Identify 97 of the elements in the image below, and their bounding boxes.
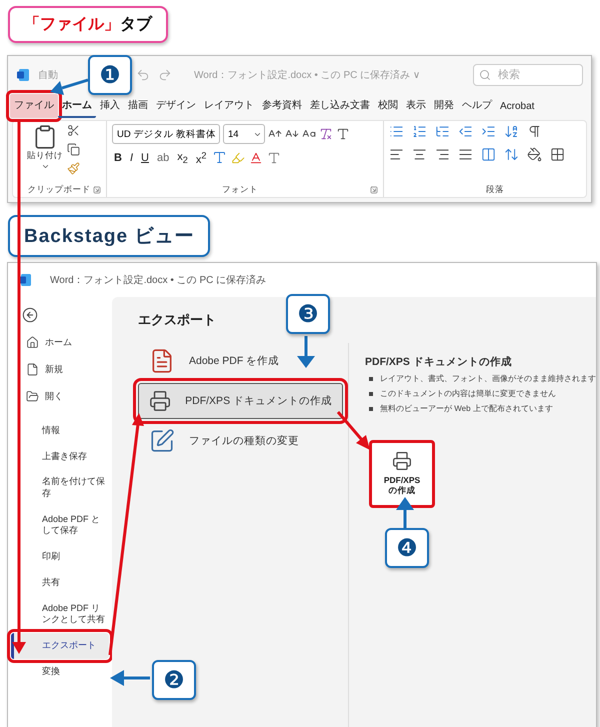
sidebar-item[interactable]: 上書き保存 [11,444,109,470]
step-arrow [396,497,414,528]
word-logo-icon [16,68,30,82]
blank-page-icon [26,363,39,376]
export-option[interactable]: ファイルの種類の変更 [138,423,343,459]
sidebar-item[interactable]: Adobe PDF として保存 [11,506,109,544]
undo-icon [136,68,150,82]
step-arrow [50,78,88,95]
back-icon [22,307,38,323]
brush-icon [67,162,80,175]
sidebar-item[interactable]: 名前を付けて保存 [11,469,109,507]
file-tab-caption: 「ファイル」タブ [8,6,168,43]
step-number-callout: ❹ [385,528,429,568]
format-button[interactable]: x$^{2}$ [194,150,208,166]
group-label: 段落 [485,184,505,196]
printer-icon [149,388,172,414]
search-field[interactable]: 検索 [473,64,583,86]
ribbon-tab[interactable]: 開発 [430,94,458,118]
sidebar-item[interactable]: 情報 [11,418,109,444]
format-button[interactable]: ab [154,152,172,164]
multilevel-list-icon [435,124,450,139]
align-center-icon [412,147,427,162]
scissors-icon [67,124,80,137]
format-button[interactable]: U [139,152,151,164]
sidebar-item[interactable]: 印刷 [11,544,109,570]
ribbon-tab[interactable]: デザイン [152,94,200,118]
sidebar-item[interactable]: Adobe PDF リンクとして共有 [11,596,109,633]
launcher-icon [370,186,378,194]
shading-icon [527,147,542,162]
step-number-callout: ❷ [152,660,196,700]
autosave-label: 自動 [38,69,58,82]
ribbon-tab[interactable]: レイアウト [200,94,258,118]
bullet-text: レイアウト、書式、フォント、画像がそのまま維持されます [380,373,596,384]
sidebar-item[interactable]: 開く [11,383,109,410]
text-effect-icon [212,150,228,166]
sidebar-item[interactable]: 変換 [11,658,109,684]
line-spacing-icon [504,147,519,162]
font-color-icon [249,150,264,165]
pointer-arrow [336,411,370,450]
section-heading: エクスポート [138,311,216,329]
distribute-icon [481,147,496,162]
redo-icon [158,68,172,82]
group-label: クリップボード [27,184,91,196]
document-title: Word：フォント設定.docx • この PC に保存済み ∨ [194,68,420,82]
pilcrow-icon [527,124,542,139]
format-button[interactable]: B [112,152,124,164]
home-icon [26,336,39,349]
clear-format-icon [319,127,333,141]
page-pen-icon [149,428,175,454]
bullet-icon [369,392,373,396]
launcher-icon [93,186,101,194]
numbering-icon [412,124,427,139]
indent-increase-icon [481,124,496,139]
format-button[interactable]: x$_{2}$ [175,150,190,165]
sidebar-item[interactable]: ホーム [11,329,109,356]
document-title: Word：フォント設定.docx • この PC に保存済み [50,274,266,287]
export-option[interactable]: Adobe PDF を作成 [138,343,343,379]
create-pdf-button[interactable]: PDF/XPS の作成 [369,440,435,508]
shaded-letter-icon [267,150,282,165]
ribbon-tab[interactable]: 差し込み文書 [306,94,374,118]
bullet-icon [369,406,373,410]
font-size-field[interactable]: 14 [223,124,265,144]
type-icon [336,127,350,141]
format-button[interactable]: I [128,152,136,164]
detail-heading: PDF/XPS ドキュメントの作成 [365,355,513,369]
group-label: フォント [221,184,259,196]
step-arrow [110,670,150,686]
bullet-text: 無料のビューアーが Web 上で配布されています [380,403,553,414]
ribbon-tab[interactable]: 表示 [402,94,430,118]
bullet-text: このドキュメントの内容は簡単に変更できません [380,388,556,399]
ribbon-tab[interactable]: 校閲 [374,94,402,118]
ribbon-tab[interactable]: 描画 [124,94,152,118]
ribbon-tab[interactable]: 参考資料 [258,94,306,118]
word-logo-icon [18,273,32,287]
ribbon-tab[interactable]: 挿入 [96,94,124,118]
step-number-callout: ❸ [286,294,330,334]
borders-icon [550,147,565,162]
backstage-caption: Backstage ビュー [8,215,210,257]
sort-icon [504,124,519,139]
folder-icon [26,390,39,403]
bullet-icon [369,376,373,380]
ribbon-tab[interactable]: ファイル [10,94,58,118]
copy-icon [67,143,80,156]
align-right-icon [435,147,450,162]
sidebar-item[interactable]: 共有 [11,570,109,596]
printer-icon [392,451,412,471]
indent-decrease-icon [458,124,473,139]
justify-icon [458,147,473,162]
step-arrow [297,336,315,368]
step-number-callout: ❶ [88,55,132,95]
paste-button[interactable]: 貼り付け [27,124,63,183]
ribbon-tab[interactable]: ヘルプ [458,94,496,118]
sidebar-item[interactable]: 新規 [11,356,109,383]
highlighter-icon [231,150,246,165]
ribbon-tab[interactable]: Acrobat [496,97,538,118]
font-name-field[interactable]: UD デジタル 教科書体 [112,124,220,144]
align-left-icon [389,147,404,162]
